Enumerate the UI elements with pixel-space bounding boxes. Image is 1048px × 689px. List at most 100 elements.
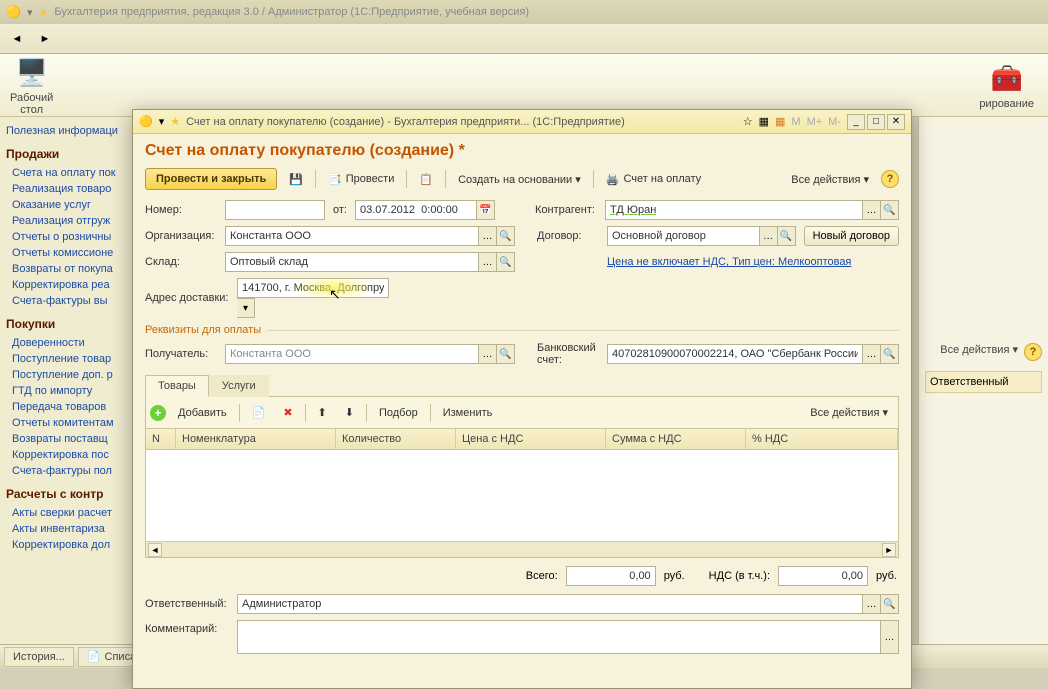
move-down-button[interactable]: ⬇: [339, 403, 360, 422]
sidebar-item[interactable]: Корректировка реа: [6, 277, 138, 293]
ellipsis-button[interactable]: …: [760, 226, 778, 246]
lookup-button[interactable]: 🔍: [778, 226, 796, 246]
print-button[interactable]: 🖨️Счет на оплату: [600, 170, 707, 189]
pick-button[interactable]: Подбор: [373, 404, 424, 422]
warehouse-input[interactable]: [225, 252, 479, 272]
sidebar-item[interactable]: Счета на оплату пок: [6, 165, 138, 181]
sidebar-item[interactable]: Отчеты о розничны: [6, 229, 138, 245]
create-based-on-button[interactable]: Создать на основании ▾: [452, 170, 587, 189]
number-input[interactable]: [225, 200, 325, 220]
star-icon[interactable]: ★: [38, 6, 48, 19]
m-minus-icon[interactable]: M-: [828, 116, 841, 128]
grid-scrollbar[interactable]: ◄ ►: [146, 541, 898, 557]
sidebar-item[interactable]: Доверенности: [6, 335, 138, 351]
col-qty[interactable]: Количество: [336, 429, 456, 449]
dropdown-icon[interactable]: ▾: [27, 6, 33, 19]
m-icon[interactable]: M: [791, 116, 800, 128]
lookup-button[interactable]: 🔍: [881, 594, 899, 614]
sidebar-item[interactable]: Отчеты комиссионе: [6, 245, 138, 261]
ellipsis-button[interactable]: …: [881, 620, 899, 654]
ellipsis-button[interactable]: …: [479, 252, 497, 272]
vat-input[interactable]: [778, 566, 868, 586]
responsible-input[interactable]: [237, 594, 863, 614]
sidebar-item[interactable]: Возвраты от покупа: [6, 261, 138, 277]
total-input[interactable]: [566, 566, 656, 586]
sidebar-info-link[interactable]: Полезная информаци: [6, 123, 138, 139]
sidebar-item[interactable]: Реализация товаро: [6, 181, 138, 197]
edit-button[interactable]: Изменить: [437, 404, 499, 422]
sidebar-item[interactable]: Корректировка дол: [6, 537, 138, 553]
sidebar-item[interactable]: Оказание услуг: [6, 197, 138, 213]
sidebar-item[interactable]: Отчеты комитентам: [6, 415, 138, 431]
date-input[interactable]: [355, 200, 477, 220]
ellipsis-button[interactable]: …: [863, 344, 881, 364]
dropdown-button[interactable]: ▾: [237, 298, 255, 318]
sidebar-item[interactable]: Счета-фактуры вы: [6, 293, 138, 309]
lookup-button[interactable]: 🔍: [497, 252, 515, 272]
move-up-button[interactable]: ⬆: [312, 403, 333, 422]
copy-button[interactable]: 📄: [246, 403, 272, 422]
grid-all-actions-button[interactable]: Все действия ▾: [804, 403, 894, 422]
lookup-button[interactable]: 🔍: [497, 226, 515, 246]
col-nomen[interactable]: Номенклатура: [176, 429, 336, 449]
scroll-right-button[interactable]: ►: [882, 543, 896, 557]
sidebar-item[interactable]: Акты инвентариза: [6, 521, 138, 537]
grid-icon[interactable]: ▦: [759, 115, 769, 128]
minimize-button[interactable]: _: [847, 114, 865, 130]
ellipsis-button[interactable]: …: [863, 200, 881, 220]
sidebar-item[interactable]: Возвраты поставщ: [6, 431, 138, 447]
ellipsis-button[interactable]: …: [479, 344, 497, 364]
star-icon[interactable]: ★: [170, 115, 180, 128]
scroll-left-button[interactable]: ◄: [148, 543, 162, 557]
m-plus-icon[interactable]: M+: [807, 116, 823, 128]
close-button[interactable]: ✕: [887, 114, 905, 130]
address-input[interactable]: [237, 278, 389, 298]
help-button[interactable]: ?: [1024, 343, 1042, 361]
sidebar-item[interactable]: Передача товаров: [6, 399, 138, 415]
sidebar-item[interactable]: Поступление доп. р: [6, 367, 138, 383]
section-desktop[interactable]: 🖥️ Рабочий стол: [10, 54, 53, 116]
col-sum[interactable]: Сумма с НДС: [606, 429, 746, 449]
calendar-button[interactable]: 📅: [477, 200, 495, 220]
delete-button[interactable]: ✖: [277, 403, 298, 422]
lookup-button[interactable]: 🔍: [881, 344, 899, 364]
fav-icon[interactable]: ☆: [743, 115, 753, 128]
add-row-button[interactable]: Добавить: [172, 404, 233, 422]
col-n[interactable]: N: [146, 429, 176, 449]
help-button[interactable]: ?: [881, 170, 899, 188]
modal-titlebar[interactable]: 🟡 ▾ ★ Счет на оплату покупателю (создани…: [133, 110, 911, 134]
col-vat[interactable]: % НДС: [746, 429, 898, 449]
recipient-input[interactable]: [225, 344, 479, 364]
lookup-button[interactable]: 🔍: [881, 200, 899, 220]
tab-services[interactable]: Услуги: [209, 375, 269, 397]
contract-input[interactable]: [607, 226, 760, 246]
calendar-icon[interactable]: ▦: [775, 115, 785, 128]
lookup-button[interactable]: 🔍: [497, 344, 515, 364]
sidebar-item[interactable]: Корректировка пос: [6, 447, 138, 463]
org-input[interactable]: [225, 226, 479, 246]
sidebar-item[interactable]: ГТД по импорту: [6, 383, 138, 399]
bank-account-input[interactable]: [607, 344, 863, 364]
comment-input[interactable]: [237, 620, 881, 654]
post-button[interactable]: 📑Провести: [322, 170, 400, 189]
items-grid[interactable]: N Номенклатура Количество Цена с НДС Сум…: [145, 428, 899, 558]
counterparty-input[interactable]: [605, 200, 863, 220]
sidebar-item[interactable]: Реализация отгруж: [6, 213, 138, 229]
ellipsis-button[interactable]: …: [863, 594, 881, 614]
nav-back-button[interactable]: ◄: [6, 28, 28, 50]
sidebar-item[interactable]: Акты сверки расчет: [6, 505, 138, 521]
section-admin[interactable]: 🧰 рирование: [979, 60, 1034, 110]
sidebar-item[interactable]: Счета-фактуры пол: [6, 463, 138, 479]
maximize-button[interactable]: □: [867, 114, 885, 130]
post-and-close-button[interactable]: Провести и закрыть: [145, 168, 277, 190]
dropdown-icon[interactable]: ▾: [159, 115, 165, 128]
all-actions-button[interactable]: Все действия ▾: [785, 170, 875, 189]
price-type-link[interactable]: Цена не включает НДС, Тип цен: Мелкоопто…: [607, 256, 851, 268]
save-button[interactable]: 💾: [283, 170, 309, 189]
sidebar-item[interactable]: Поступление товар: [6, 351, 138, 367]
col-price[interactable]: Цена с НДС: [456, 429, 606, 449]
tab-goods[interactable]: Товары: [145, 375, 209, 397]
new-contract-button[interactable]: Новый договор: [804, 226, 899, 246]
taskbar-history[interactable]: История...: [4, 647, 74, 667]
all-actions-link[interactable]: Все действия ▾: [940, 343, 1018, 361]
